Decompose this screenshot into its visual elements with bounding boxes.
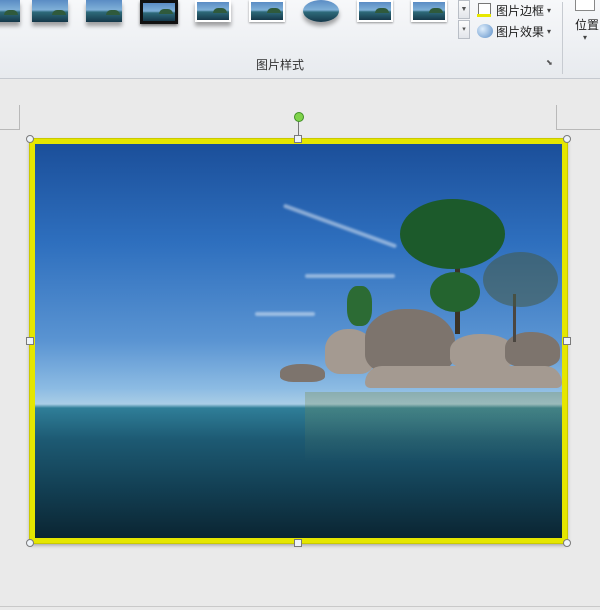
group-label-picture-styles: 图片样式 [255, 58, 304, 72]
picture-style-thumbnail[interactable] [195, 0, 231, 22]
selected-picture[interactable] [30, 139, 567, 543]
gallery-scroll-down-button[interactable]: ▼ [458, 0, 470, 19]
pencil-icon [477, 3, 493, 17]
position-icon[interactable] [575, 0, 595, 11]
picture-style-thumbnail[interactable] [249, 0, 285, 22]
rotation-handle[interactable] [294, 112, 304, 122]
picture-style-thumbnail[interactable] [86, 0, 122, 22]
resize-handle-left[interactable] [26, 337, 34, 345]
group-separator [562, 2, 563, 74]
resize-handle-bottom[interactable] [294, 539, 302, 547]
chevron-down-icon[interactable]: ▾ [583, 33, 587, 42]
divider [0, 606, 600, 607]
chevron-down-icon: ▾ [547, 5, 552, 15]
picture-effects-button[interactable]: 图片效果 ▾ [477, 22, 551, 40]
picture-border-label: 图片边框 [496, 3, 545, 18]
picture-border-button[interactable]: 图片边框 ▾ [477, 1, 551, 19]
resize-handle-bottom-right[interactable] [563, 539, 571, 547]
resize-handle-right[interactable] [563, 337, 571, 345]
picture-style-thumbnail[interactable] [357, 0, 393, 22]
picture-style-thumbnail[interactable] [411, 0, 447, 22]
seascape-photo [35, 144, 562, 538]
resize-handle-top[interactable] [294, 135, 302, 143]
picture-style-thumbnail[interactable] [0, 0, 20, 22]
resize-handle-top-left[interactable] [26, 135, 34, 143]
picture-effects-label: 图片效果 [496, 24, 545, 39]
dialog-launcher-icon[interactable]: ⬊ [546, 58, 555, 67]
picture-style-thumbnail[interactable] [303, 0, 339, 22]
effects-icon [477, 24, 493, 38]
resize-handle-top-right[interactable] [563, 135, 571, 143]
position-button-label[interactable]: 位置 [575, 16, 599, 33]
picture-style-thumbnail[interactable] [140, 0, 178, 24]
chevron-down-icon: ▾ [547, 26, 552, 36]
picture-style-thumbnail[interactable] [32, 0, 68, 22]
slide-corner-right [556, 105, 600, 130]
slide-corner-left [0, 105, 20, 130]
gallery-scroll: ▼ ▾ [458, 0, 470, 40]
gallery-more-button[interactable]: ▾ [458, 20, 470, 39]
resize-handle-bottom-left[interactable] [26, 539, 34, 547]
picture-styles-gallery [0, 0, 458, 40]
ribbon: ▼ ▾ 图片边框 ▾ 图片效果 ▾ 图片样式 ⬊ 位置 ▾ [0, 0, 600, 79]
